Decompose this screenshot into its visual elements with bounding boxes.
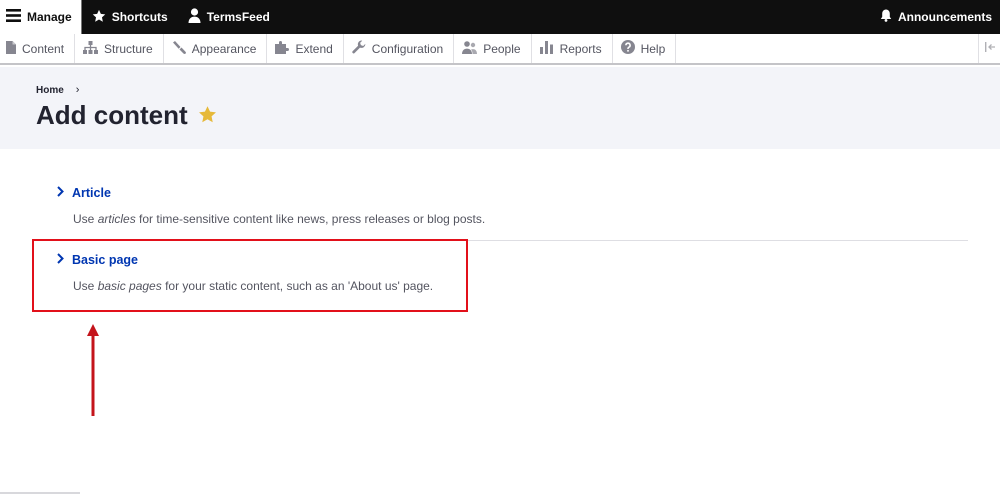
- article-description: Use articles for time-sensitive content …: [73, 212, 485, 226]
- annotation-arrow-icon: [87, 324, 99, 416]
- article-label: Article: [72, 186, 111, 200]
- user-button[interactable]: TermsFeed: [178, 0, 280, 34]
- announcements-label: Announcements: [897, 10, 992, 24]
- bell-icon: [880, 9, 892, 25]
- extend-icon: [275, 40, 290, 57]
- bottom-edge: [0, 492, 80, 494]
- user-label: TermsFeed: [206, 10, 270, 24]
- tray-item-help[interactable]: Help: [613, 34, 677, 63]
- chevron-right-icon: [56, 253, 72, 267]
- star-icon: [92, 9, 106, 26]
- page-title: Add content: [36, 100, 188, 130]
- tray-item-label: Reports: [559, 41, 602, 56]
- structure-icon: [83, 40, 99, 57]
- collapse-icon: [984, 41, 996, 56]
- breadcrumb: Home ›: [36, 84, 79, 96]
- content-icon: [6, 40, 16, 57]
- desc-text: for time-sensitive content like news, pr…: [135, 212, 486, 226]
- hamburger-icon: [6, 9, 21, 25]
- content-type-basic-page: Basic page Use basic pages for your stat…: [56, 253, 433, 293]
- tray-spacer: [676, 34, 978, 63]
- tray-orientation-toggle[interactable]: [978, 34, 1000, 63]
- announcements-button[interactable]: Announcements: [870, 0, 1000, 34]
- tray-item-label: Structure: [104, 41, 153, 56]
- desc-text: Use: [73, 279, 98, 293]
- chevron-right-icon: [56, 186, 72, 200]
- page-header: Home › Add content: [0, 67, 1000, 149]
- tray-item-reports[interactable]: Reports: [532, 34, 613, 63]
- tray-item-configuration[interactable]: Configuration: [344, 34, 455, 63]
- desc-emphasis: basic pages: [97, 279, 162, 293]
- shortcut-star-icon[interactable]: [198, 100, 217, 131]
- manage-button[interactable]: Manage: [0, 0, 82, 34]
- appearance-icon: [172, 40, 186, 57]
- shortcuts-button[interactable]: Shortcuts: [82, 0, 178, 34]
- basic-page-description: Use basic pages for your static content,…: [73, 279, 433, 293]
- tray-item-label: Appearance: [191, 41, 257, 56]
- tray-item-label: Configuration: [371, 41, 444, 56]
- shortcuts-label: Shortcuts: [111, 10, 168, 24]
- tray-item-content[interactable]: Content: [0, 34, 76, 63]
- tray-item-appearance[interactable]: Appearance: [164, 34, 268, 63]
- basic-page-link[interactable]: Basic page: [56, 253, 433, 267]
- desc-text: Use: [73, 212, 98, 226]
- tray-item-people[interactable]: People: [454, 34, 532, 63]
- wrench-icon: [352, 40, 366, 57]
- user-icon: [188, 8, 201, 26]
- breadcrumb-separator: ›: [75, 84, 80, 96]
- page-title-row: Add content: [36, 100, 217, 131]
- people-icon: [462, 40, 478, 57]
- tray-item-label: Content: [22, 41, 65, 56]
- content-type-article: Article Use articles for time-sensitive …: [56, 186, 485, 226]
- breadcrumb-home-link[interactable]: Home: [36, 85, 64, 96]
- help-icon: [620, 40, 635, 57]
- article-link[interactable]: Article: [56, 186, 485, 200]
- basic-page-label: Basic page: [72, 253, 139, 267]
- tray-item-structure[interactable]: Structure: [75, 34, 164, 63]
- desc-emphasis: articles: [97, 212, 136, 226]
- manage-label: Manage: [27, 10, 72, 24]
- reports-icon: [539, 40, 554, 57]
- admin-tray: Content Structure Appearance Extend Conf…: [0, 34, 1000, 65]
- tray-item-label: People: [483, 41, 521, 56]
- tray-item-label: Extend: [295, 41, 333, 56]
- desc-text: for your static content, such as an 'Abo…: [161, 279, 434, 293]
- admin-toolbar: Manage Shortcuts TermsFeed Announcements: [0, 0, 1000, 34]
- tray-item-label: Help: [640, 41, 666, 56]
- list-divider: [36, 240, 968, 241]
- tray-item-extend[interactable]: Extend: [267, 34, 344, 63]
